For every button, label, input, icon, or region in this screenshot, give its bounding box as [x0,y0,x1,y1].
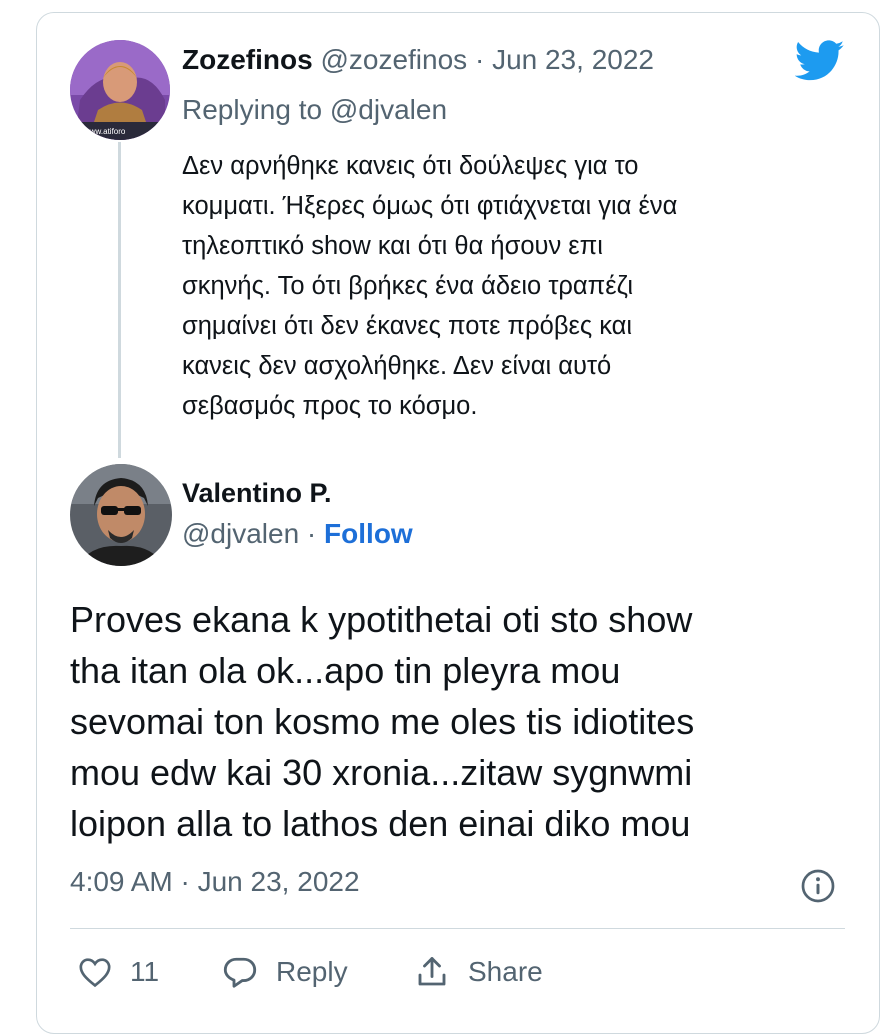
main-tweet-text: Proves ekana k ypotithetai oti sto show … [70,594,860,849]
main-author-name[interactable]: Valentino P. [182,478,332,509]
share-button[interactable]: Share [414,952,543,992]
main-text-line: tha itan ola ok...apo tin pleyra mou [70,650,621,691]
main-author-handle[interactable]: @djvalen [182,518,299,549]
follow-button[interactable]: Follow [324,518,413,549]
speech-bubble-icon [223,957,257,988]
parent-separator: · [467,44,493,75]
parent-text-line: σεβασμός προς το κόσμο. [182,392,478,420]
parent-author-handle[interactable]: @zozefinos [320,44,467,75]
parent-text-line: τηλεοπτικό show και ότι θα ήσουν επι [182,232,603,260]
share-upload-icon [418,957,446,986]
main-text-line: sevomai ton kosmo me oles tis idiotites [70,701,695,742]
actions-divider [70,928,845,929]
main-author-meta: @djvalen · Follow [182,518,413,550]
parent-text-line: σκηνής. Το ότι βρήκες ένα άδειο τραπέζι [182,272,634,300]
parent-text-line: σημαίνει ότι δεν έκανες ποτε πρόβες και [182,312,633,340]
heart-icon [79,958,111,988]
parent-text-line: κομματι. Ήξερες όμως ότι φτιάχνεται για … [182,192,678,220]
reply-button[interactable]: Reply [222,952,348,992]
parent-tweet-header: Zozefinos @zozefinos · Jun 23, 2022 [182,44,654,76]
parent-tweet-text: Δεν αρνήθηκε κανεις ότι δούλεψες για το … [182,146,862,426]
reply-label: Reply [276,956,348,987]
djvalen-avatar[interactable] [70,464,172,566]
zozefinos-avatar[interactable]: www.atiforo [70,40,170,140]
main-text-line: Proves ekana k ypotithetai oti sto show [70,599,693,640]
main-separator: · [299,518,325,549]
parent-date[interactable]: Jun 23, 2022 [492,44,654,75]
replying-to: Replying to @djvalen [182,94,448,125]
like-count: 11 [130,956,160,987]
share-label: Share [468,956,543,987]
main-text-line: loipon alla to lathos den einai diko mou [70,803,691,844]
main-text-line: mou edw kai 30 xronia...zitaw sygnwmi [70,752,693,793]
tweet-timestamp[interactable]: 4:09 AM · Jun 23, 2022 [70,866,360,898]
thread-connector-line [118,142,121,458]
parent-text-line: κανεις δεν ασχολήθηκε. Δεν είναι αυτό [182,352,612,380]
twitter-bird-icon[interactable] [795,40,845,82]
like-button[interactable]: 11 [78,952,159,992]
info-icon[interactable] [800,868,836,904]
parent-author-name[interactable]: Zozefinos [182,44,313,75]
parent-text-line: Δεν αρνήθηκε κανεις ότι δούλεψες για το [182,152,639,180]
